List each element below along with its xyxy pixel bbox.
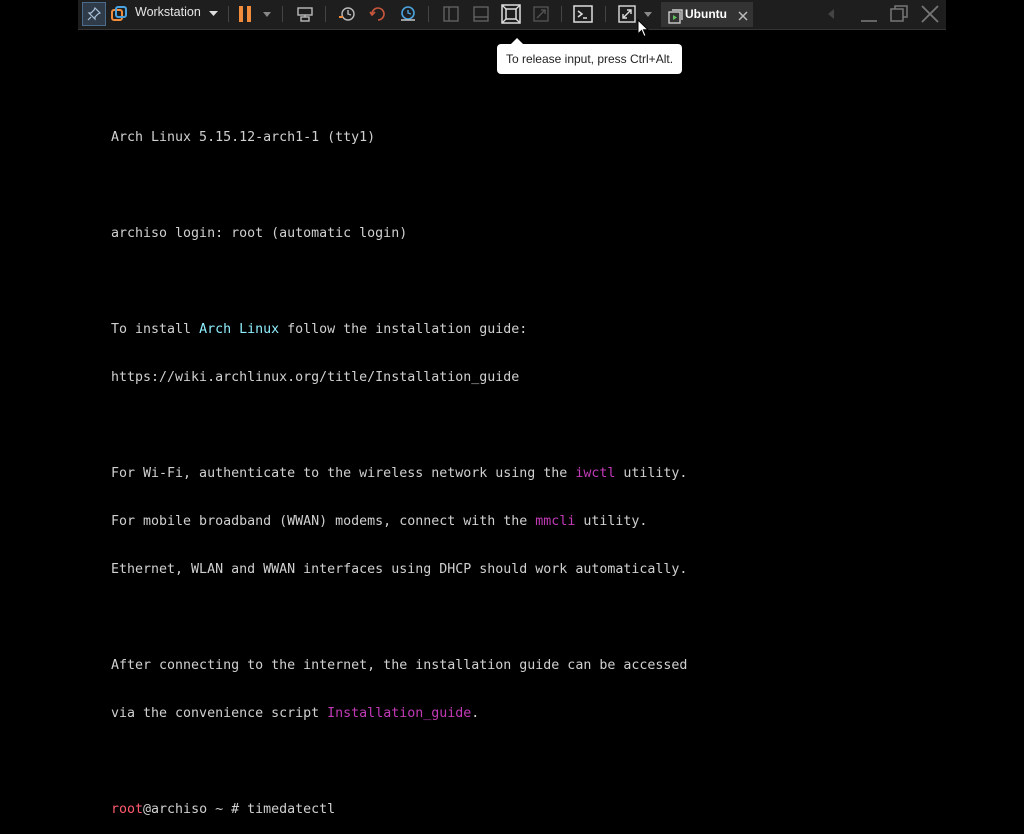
dhcp-line: Ethernet, WLAN and WWAN interfaces using…: [111, 562, 688, 577]
convenience-script-line: via the convenience script Installation_…: [111, 706, 687, 722]
login-message: archiso login: root (automatic login): [111, 226, 408, 241]
toolbar-separator: [325, 6, 326, 22]
pause-icon[interactable]: [236, 3, 254, 25]
text-segment: For mobile broadband (WWAN) modems, conn…: [111, 514, 536, 529]
unity-mode-icon[interactable]: [531, 3, 551, 25]
tab-ubuntu-label: Ubuntu: [685, 7, 727, 21]
snapshot-manager-icon[interactable]: [398, 3, 418, 25]
tooltip-text: To release input, press Ctrl+Alt.: [505, 52, 674, 66]
toolbar-separator: [428, 6, 429, 22]
full-screen-icon[interactable]: [500, 3, 522, 25]
shell-prompt-line[interactable]: root@archiso ~ # timedatectl: [111, 802, 687, 818]
wwan-line: For mobile broadband (WWAN) modems, conn…: [111, 514, 687, 530]
show-library-icon[interactable]: [441, 3, 461, 25]
command-input[interactable]: timedatectl: [247, 802, 335, 817]
mouse-pointer-icon: [637, 18, 650, 42]
power-dropdown-chevron-icon[interactable]: [261, 3, 273, 25]
show-thumbnail-bar-icon[interactable]: [471, 3, 491, 25]
wifi-line: For Wi-Fi, authenticate to the wireless …: [111, 466, 687, 482]
stretch-guest-icon[interactable]: [616, 3, 638, 25]
toolbar-separator: [282, 6, 283, 22]
toolbar-separator: [561, 6, 562, 22]
minimize-icon[interactable]: [859, 3, 879, 25]
workstation-menu-chevron-icon[interactable]: [207, 3, 219, 25]
workstation-logo-icon[interactable]: [110, 3, 128, 25]
tab-scroll-left-icon[interactable]: [825, 3, 837, 25]
mmcli-highlight: mmcli: [535, 514, 576, 529]
restore-icon[interactable]: [889, 3, 909, 25]
release-input-tooltip: To release input, press Ctrl+Alt.: [497, 38, 682, 74]
toolbar-separator: [228, 6, 229, 22]
after-connect-line: After connecting to the internet, the in…: [111, 658, 688, 673]
pin-toolbar-icon[interactable]: [82, 2, 106, 26]
install-guide-line: To install Arch Linux follow the install…: [111, 322, 687, 338]
text-segment: utility.: [575, 514, 648, 529]
iwctl-highlight: iwctl: [575, 466, 616, 481]
text-segment: To install: [111, 322, 200, 337]
text-segment: via the convenience script: [111, 706, 328, 721]
text-segment: .: [471, 706, 480, 721]
close-window-icon[interactable]: [919, 3, 941, 25]
close-tab-icon[interactable]: [735, 5, 751, 27]
prompt-user: root: [111, 802, 144, 817]
prompt-host: @archiso ~ #: [143, 802, 248, 817]
toolbar-separator: [605, 6, 606, 22]
take-snapshot-icon[interactable]: [337, 3, 357, 25]
installation-guide-highlight: Installation_guide: [327, 706, 472, 721]
text-segment: For Wi-Fi, authenticate to the wireless …: [111, 466, 576, 481]
arch-linux-highlight: Arch Linux: [199, 322, 280, 337]
vm-running-icon: [667, 5, 683, 27]
text-segment: follow the installation guide:: [279, 322, 528, 337]
workstation-menu-label[interactable]: Workstation: [135, 5, 201, 19]
tab-ubuntu[interactable]: Ubuntu: [661, 2, 753, 27]
guide-url: https://wiki.archlinux.org/title/Install…: [111, 370, 520, 385]
text-segment: utility.: [615, 466, 688, 481]
revert-snapshot-icon[interactable]: [368, 3, 388, 25]
vm-toolbar: Workstation Ubuntu: [78, 0, 946, 30]
boot-banner: Arch Linux 5.15.12-arch1-1 (tty1): [111, 130, 376, 145]
terminal-console[interactable]: Arch Linux 5.15.12-arch1-1 (tty1) archis…: [111, 98, 687, 834]
send-ctrl-alt-del-icon[interactable]: [295, 3, 315, 25]
console-view-icon[interactable]: [572, 3, 594, 25]
